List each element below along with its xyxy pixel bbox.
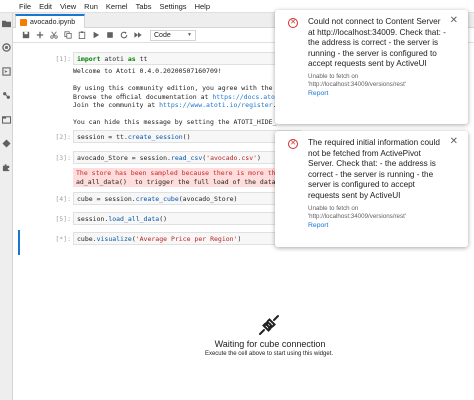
placeholder-title: Waiting for cube connection	[214, 339, 326, 349]
menu-help[interactable]: Help	[195, 2, 210, 11]
running-icon[interactable]	[2, 43, 11, 52]
tab-avocado-notebook[interactable]: avocado.ipynb	[15, 14, 85, 28]
restart-icon[interactable]	[118, 30, 129, 41]
cell-prompt: [5]:	[55, 215, 71, 223]
extension-icon[interactable]	[2, 163, 11, 172]
add-cell-icon[interactable]	[34, 30, 45, 41]
report-link[interactable]: Report	[308, 90, 448, 97]
menu-view[interactable]: View	[60, 2, 76, 11]
notification-message: Could not connect to Content Server at h…	[308, 17, 446, 69]
copy-icon[interactable]	[62, 30, 73, 41]
error-icon: ✕	[288, 18, 298, 28]
menu-run[interactable]: Run	[84, 2, 98, 11]
cell-prompt: [1]:	[55, 55, 71, 63]
property-icon[interactable]	[2, 91, 11, 100]
tabs-icon[interactable]	[2, 115, 11, 124]
cut-icon[interactable]	[48, 30, 59, 41]
git-icon[interactable]	[2, 139, 11, 148]
menu-settings[interactable]: Settings	[159, 2, 186, 11]
menu-edit[interactable]: Edit	[39, 2, 52, 11]
widget-placeholder: Waiting for cube connection Execute the …	[13, 290, 474, 400]
code-editor[interactable]: import atoti as tt	[73, 52, 301, 65]
save-icon[interactable]	[20, 30, 31, 41]
notebook-icon	[20, 18, 27, 26]
code-editor[interactable]: cube = session.create_cube(avocado_Store…	[73, 192, 301, 205]
close-icon[interactable]: ✕	[450, 15, 458, 26]
tab-label: avocado.ipynb	[30, 18, 76, 26]
notification-message: The required initial information could n…	[308, 138, 440, 200]
cell-prompt: [2]:	[55, 133, 71, 141]
cell-prompt: [3]:	[55, 154, 71, 162]
folder-icon[interactable]	[2, 19, 11, 28]
code-editor[interactable]: avocado_Store = session.read_csv('avocad…	[73, 151, 301, 164]
commands-icon[interactable]	[2, 67, 11, 76]
active-cell-marker	[18, 230, 20, 255]
stderr-output: The store has been sampled because there…	[73, 168, 286, 187]
run-icon[interactable]	[90, 30, 101, 41]
left-sidebar	[0, 13, 13, 400]
notification-detail: Unable to fetch on'http://localhost:3400…	[308, 204, 406, 220]
cell-output: Welcome to Atoti 0.4.0.20200507160709! B…	[73, 67, 285, 126]
cell-prompt: [*]:	[55, 235, 71, 243]
paste-icon[interactable]	[76, 30, 87, 41]
menu-tabs[interactable]: Tabs	[136, 2, 152, 11]
placeholder-subtitle: Execute the cell above to start using th…	[204, 351, 334, 357]
menu-kernel[interactable]: Kernel	[106, 2, 128, 11]
fast-forward-icon[interactable]	[132, 30, 143, 41]
code-editor[interactable]: session.load_all_data()	[73, 212, 301, 225]
notification-detail: Unable to fetch on'http://localhost:3400…	[308, 72, 406, 88]
menu-file[interactable]: File	[19, 2, 31, 11]
close-icon[interactable]: ✕	[450, 136, 458, 147]
docs-link[interactable]: https://docs.atoti	[212, 93, 282, 101]
code-editor[interactable]: session = tt.create_session()	[73, 130, 301, 143]
error-notification: ✕ ✕ The required initial information cou…	[275, 131, 468, 247]
error-notification: ✕ ✕ Could not connect to Content Server …	[275, 10, 468, 124]
report-link[interactable]: Report	[308, 222, 448, 229]
cell-type-select[interactable]: Code ▼	[150, 29, 196, 41]
plug-icon	[257, 313, 281, 337]
community-link[interactable]: https://www.atoti.io/register	[159, 101, 273, 109]
code-editor[interactable]: cube.visualize('Average Price per Region…	[73, 232, 301, 245]
error-icon: ✕	[288, 139, 298, 149]
stop-icon[interactable]	[104, 30, 115, 41]
cell-type-value: Code	[154, 31, 171, 39]
cell-prompt: [4]:	[55, 195, 71, 203]
chevron-down-icon: ▼	[187, 32, 192, 38]
